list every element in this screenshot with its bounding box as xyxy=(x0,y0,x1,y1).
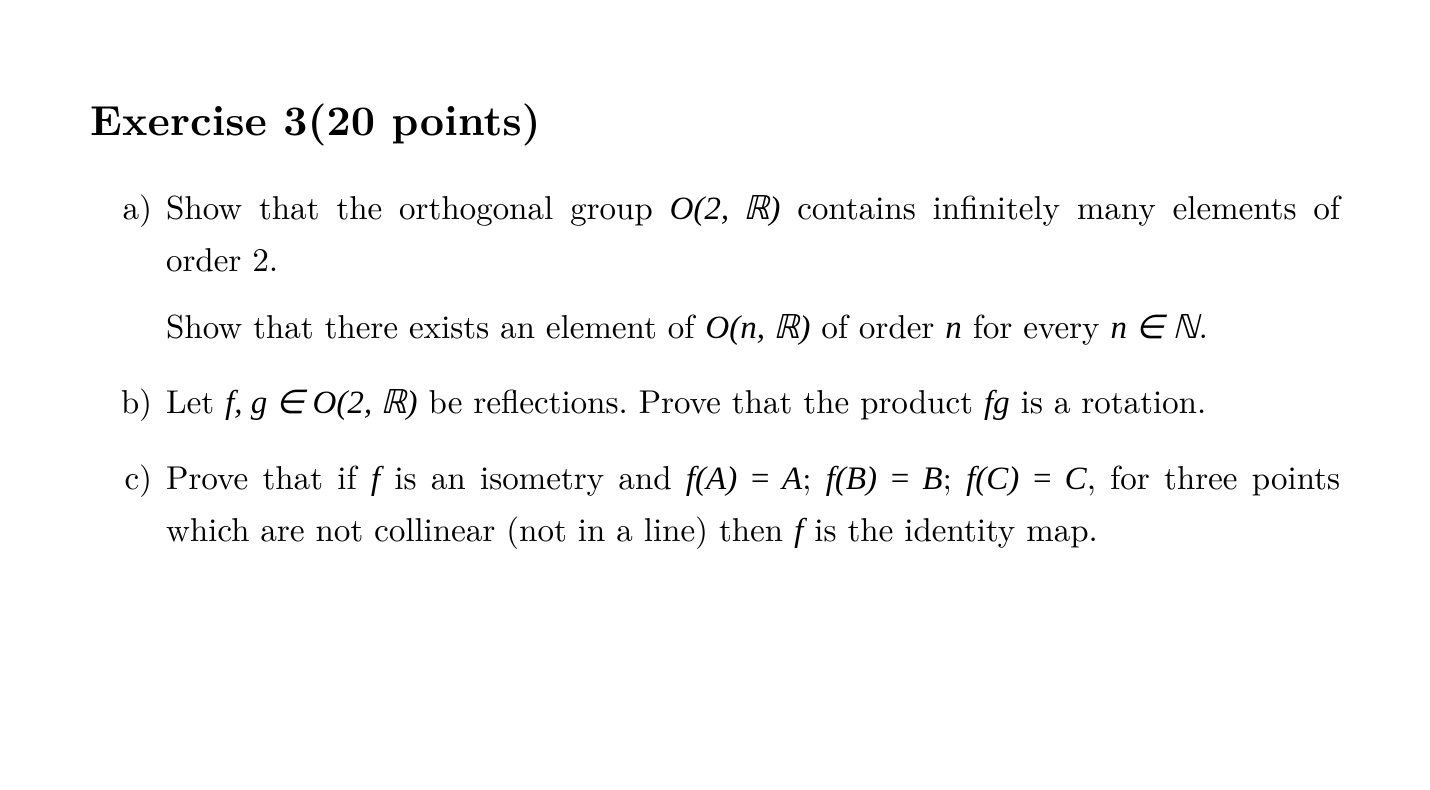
item-a-body: Show that the orthogonal group O(2, ℝ) c… xyxy=(166,182,1340,352)
text: for every xyxy=(962,301,1111,348)
item-c-p1: Prove that if f is an isometry and f(A) … xyxy=(166,452,1340,556)
item-a-p1: Show that the orthogonal group O(2, ℝ) c… xyxy=(166,182,1340,283)
text: of order xyxy=(810,301,945,348)
math-fg: fg xyxy=(984,385,1010,421)
text: . xyxy=(1199,301,1208,348)
item-c-marker: c) xyxy=(90,452,166,556)
item-b: b) Let f, g ∈ O(2, ℝ) be reflections. Pr… xyxy=(90,376,1340,428)
item-a-p2: Show that there exists an element of O(n… xyxy=(166,301,1340,353)
text: is a rotation. xyxy=(1010,376,1206,423)
item-b-p1: Let f, g ∈ O(2, ℝ) be reflections. Prove… xyxy=(166,376,1340,428)
exercise-list: a) Show that the orthogonal group O(2, ℝ… xyxy=(90,182,1340,556)
text: Show that there exists an element of xyxy=(166,301,705,348)
item-c-body: Prove that if f is an isometry and f(A) … xyxy=(166,452,1340,556)
exercise-page: Exercise 3(20 points) a) Show that the o… xyxy=(0,0,1430,620)
item-c: c) Prove that if f is an isometry and f(… xyxy=(90,452,1340,556)
math-fg-in-O2R: f, g ∈ O(2, ℝ) xyxy=(225,385,417,421)
text: ; xyxy=(802,452,826,499)
text: Show that the orthogonal group xyxy=(166,182,670,229)
math-f2: f xyxy=(794,513,803,549)
math-fC: f(C) = C xyxy=(966,461,1087,497)
item-b-marker: b) xyxy=(90,376,166,428)
text: Prove that if xyxy=(166,452,371,499)
text: Let xyxy=(166,376,225,423)
math-fA: f(A) = A xyxy=(686,461,802,497)
math-n-in-N: n ∈ ℕ xyxy=(1110,310,1198,346)
math-fB: f(B) = B xyxy=(826,461,943,497)
exercise-title: Exercise 3(20 points) xyxy=(90,88,1340,148)
text: ; xyxy=(943,452,967,499)
item-a: a) Show that the orthogonal group O(2, ℝ… xyxy=(90,182,1340,352)
text: be reflections. Prove that the product xyxy=(417,376,984,423)
math-f: f xyxy=(371,461,380,497)
math-OnR: O(n, ℝ) xyxy=(705,310,810,346)
math-O2R: O(2, ℝ) xyxy=(670,191,781,227)
math-n: n xyxy=(945,310,962,346)
item-a-marker: a) xyxy=(90,182,166,352)
text: is the identity map. xyxy=(803,504,1097,551)
item-b-body: Let f, g ∈ O(2, ℝ) be reflections. Prove… xyxy=(166,376,1340,428)
text: is an isometry and xyxy=(380,452,686,499)
